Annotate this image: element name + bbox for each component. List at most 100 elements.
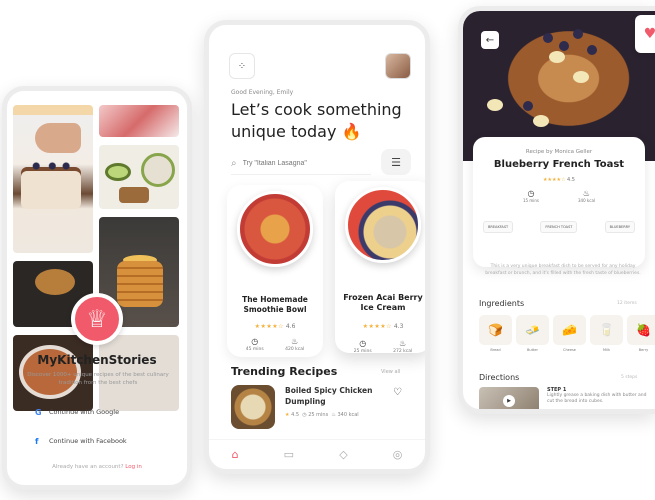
flame-icon: ♨ — [582, 189, 591, 198]
ingredient-name: Milk — [603, 348, 610, 352]
recipe-tags: BREAKFAST FRENCH TOAST BLUEBERRY — [483, 221, 635, 233]
ingredient-item[interactable]: 🥛 Milk — [590, 315, 623, 359]
play-icon[interactable]: ▶ — [503, 395, 515, 407]
cheese-icon: 🧀 — [553, 315, 586, 345]
search-icon: ⌕ — [231, 158, 237, 169]
clock-icon: ◷ — [359, 339, 367, 348]
search-input[interactable] — [242, 160, 353, 167]
tag-chip[interactable]: BLUEBERRY — [604, 221, 635, 233]
cake-photo — [13, 105, 93, 253]
recipe-detail-phone: ← ♥ Recipe by Monica Geller Blueberry Fr… — [458, 6, 655, 414]
tag-chip[interactable]: FRENCH TOAST — [540, 221, 578, 233]
rating-value: 4.3 — [393, 323, 404, 330]
chat-icon[interactable]: ▭ — [284, 448, 294, 461]
recipe-title: Blueberry French Toast — [493, 159, 625, 170]
filter-icon: ☰ — [391, 155, 401, 169]
showcase-stage: ♕ MyKitchenStories Discover 1000+ unique… — [0, 0, 655, 500]
recipe-stats: ◷ 15 mins ♨ 340 kcal — [523, 189, 595, 203]
view-all-link[interactable]: View all — [381, 369, 400, 375]
greeting: Good Evening, Emily — [231, 89, 294, 96]
heart-outline-icon[interactable]: ♡ — [393, 387, 402, 398]
flame-icon: ♨ — [291, 337, 299, 346]
ingredients-count: 12 items — [617, 301, 637, 306]
login-link[interactable]: Log in — [125, 464, 142, 470]
recipe-card[interactable]: Frozen Acai Berry Ice Cream ★★★★☆ 4.3 ◷ 2… — [335, 181, 425, 354]
filter-button[interactable]: ☰ — [381, 149, 411, 175]
acai-bowl-photo — [345, 187, 421, 263]
bread-icon: 🍞 — [479, 315, 512, 345]
clock-icon: ◷ — [302, 412, 307, 418]
google-icon: G — [35, 407, 42, 417]
calories: 420 kcal — [285, 347, 305, 352]
step-video-thumbnail[interactable]: ▶ — [479, 387, 539, 409]
tag-icon[interactable]: ◇ — [339, 448, 347, 461]
recipe-stats: ◷ 25 mins ♨ 272 kcal — [343, 339, 423, 354]
facebook-icon: f — [35, 436, 39, 446]
calories: 272 kcal — [393, 349, 413, 354]
rating-value: 4.5 — [567, 177, 575, 183]
rating-value: 4.6 — [285, 323, 296, 330]
recipe-rating: ★★★★☆ 4.3 — [335, 323, 425, 330]
profile-icon[interactable]: ◎ — [393, 448, 403, 461]
tag-chip[interactable]: BREAKFAST — [483, 221, 514, 233]
onboarding-phone: ♕ MyKitchenStories Discover 1000+ unique… — [2, 86, 192, 490]
menu-grid-icon[interactable]: ⁘ — [229, 53, 255, 79]
recipe-name: The Homemade Smoothie Bowl — [242, 295, 308, 314]
bottom-tab-bar: ⌂ ▭ ◇ ◎ — [209, 439, 425, 469]
flame-icon: ♨ — [331, 412, 336, 418]
recipe-author: Recipe by Monica Geller — [525, 149, 593, 155]
continue-with-google-button[interactable]: G Continue with Google — [35, 404, 159, 420]
ingredients-list: 🍞 Bread 🧈 Butter 🧀 Cheese 🥛 Milk 🍓 Berry — [479, 315, 655, 359]
ingredient-item[interactable]: 🍓 Berry — [627, 315, 655, 359]
avocado-toast-photo — [99, 145, 179, 209]
search-bar: ⌕ — [231, 153, 371, 175]
recipe-rating: ★★★★☆ 4.6 — [227, 323, 323, 330]
milk-icon: 🥛 — [590, 315, 623, 345]
recipe-info-card: Recipe by Monica Geller Blueberry French… — [473, 137, 645, 267]
direction-step[interactable]: ▶ STEP 1 Lightly grease a baking dish wi… — [479, 387, 655, 409]
app-name: MyKitchenStories — [37, 353, 157, 367]
recipe-name: Frozen Acai Berry Ice Cream — [343, 293, 423, 312]
ingredient-name: Butter — [527, 348, 538, 352]
login-prompt: Already have an account? Log in — [7, 464, 187, 470]
berry-icon: 🍓 — [627, 315, 655, 345]
clock-icon: ◷ — [251, 337, 259, 346]
star-icon: ★ — [285, 412, 290, 418]
smoothie-bowl-photo — [237, 191, 313, 267]
back-arrow-icon[interactable]: ← — [481, 31, 499, 49]
star-icons: ★★★★☆ — [254, 323, 284, 330]
trending-recipe-item[interactable]: Boiled Spicy Chicken Dumpling ★ 4.5 ◷ 25… — [231, 385, 415, 435]
trending-recipe-name: Boiled Spicy Chicken Dumpling — [285, 386, 373, 406]
facebook-button-label: Continue with Facebook — [49, 437, 127, 445]
cook-time: 25 mins — [353, 349, 372, 354]
berry-cake-photo — [99, 105, 179, 137]
clock-icon: ◷ — [527, 189, 535, 198]
ingredient-name: Cheese — [563, 348, 576, 352]
dumpling-photo — [231, 385, 275, 429]
trending-title: Trending Recipes — [231, 365, 338, 378]
calories: 340 kcal — [337, 412, 359, 418]
recipe-card[interactable]: The Homemade Smoothie Bowl ★★★★☆ 4.6 ◷ 45… — [227, 185, 323, 357]
recipe-rating: ★★★★☆ 4.5 — [473, 177, 645, 183]
home-icon[interactable]: ⌂ — [232, 448, 239, 461]
butter-icon: 🧈 — [516, 315, 549, 345]
avatar[interactable] — [385, 53, 411, 79]
heart-icon[interactable]: ♥ — [635, 15, 655, 53]
recipe-description: This is a very unique breakfast dish to … — [485, 264, 641, 276]
directions-heading: Directions — [479, 373, 520, 382]
calories: 340 kcal — [578, 198, 595, 203]
star-icons: ★★★★☆ — [543, 177, 566, 183]
continue-with-facebook-button[interactable]: f Continue with Facebook — [35, 433, 159, 449]
ingredients-heading: Ingredients — [479, 299, 525, 308]
google-button-label: Continue with Google — [49, 408, 120, 416]
ingredient-item[interactable]: 🧀 Cheese — [553, 315, 586, 359]
cook-time: 15 mins — [523, 198, 539, 203]
ingredient-name: Berry — [638, 348, 649, 352]
ingredient-item[interactable]: 🍞 Bread — [479, 315, 512, 359]
flame-icon: ♨ — [399, 339, 407, 348]
app-description: Discover 1000+ unique recipes of the bes… — [27, 372, 169, 386]
recipe-stats: ◷ 45 mins ♨ 420 kcal — [235, 337, 315, 352]
step-text: Lightly grease a baking dish with butter… — [547, 393, 647, 404]
login-prompt-text: Already have an account? — [52, 464, 124, 470]
ingredient-item[interactable]: 🧈 Butter — [516, 315, 549, 359]
